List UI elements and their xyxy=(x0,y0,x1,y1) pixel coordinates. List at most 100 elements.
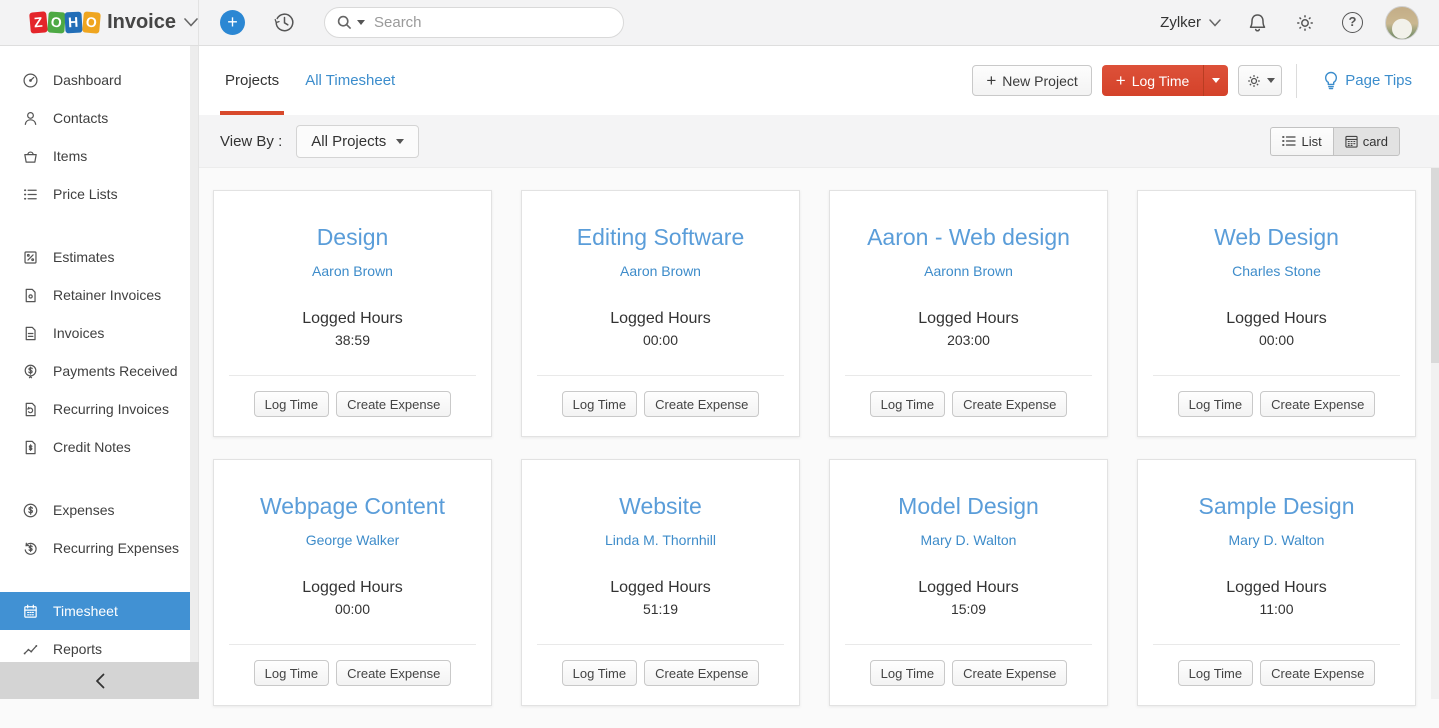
log-time-card-button[interactable]: Log Time xyxy=(870,391,945,417)
payments-received-icon xyxy=(22,363,39,380)
user-avatar[interactable] xyxy=(1385,6,1419,40)
lightbulb-icon xyxy=(1323,71,1339,90)
project-title-link[interactable]: Editing Software xyxy=(522,224,799,251)
card-actions: Log Time Create Expense xyxy=(214,391,491,417)
sidebar-collapse-button[interactable] xyxy=(0,662,199,699)
create-expense-card-button[interactable]: Create Expense xyxy=(1260,391,1375,417)
timesheet-icon xyxy=(22,603,39,620)
sidebar-item-credit-notes[interactable]: Credit Notes xyxy=(0,428,198,466)
logged-hours-value: 00:00 xyxy=(1138,332,1415,348)
tab-label: Projects xyxy=(225,72,279,89)
create-expense-card-button[interactable]: Create Expense xyxy=(644,391,759,417)
page-tips-button[interactable]: Page Tips xyxy=(1311,70,1418,91)
sidebar-item-price-lists[interactable]: Price Lists xyxy=(0,175,198,213)
project-owner-link[interactable]: Aaron Brown xyxy=(522,263,799,279)
search-scope-caret-icon[interactable] xyxy=(357,20,365,25)
scrollbar-thumb[interactable] xyxy=(1431,168,1439,363)
card-view-label: card xyxy=(1363,134,1388,149)
sidebar-item-items[interactable]: Items xyxy=(0,137,198,175)
page-tips-label: Page Tips xyxy=(1345,72,1412,89)
logo-tile-z: Z xyxy=(29,11,47,33)
sidebar-item-invoices[interactable]: Invoices xyxy=(0,314,198,352)
sidebar-item-contacts[interactable]: Contacts xyxy=(0,99,198,137)
card-actions: Log Time Create Expense xyxy=(830,391,1107,417)
sidebar-item-recurring-invoices[interactable]: Recurring Invoices xyxy=(0,390,198,428)
sidebar-item-label: Invoices xyxy=(53,325,104,341)
project-title-link[interactable]: Web Design xyxy=(1138,224,1415,251)
view-by-dropdown[interactable]: All Projects xyxy=(296,125,419,158)
bell-icon xyxy=(1247,12,1268,34)
log-time-card-button[interactable]: Log Time xyxy=(1178,391,1253,417)
log-time-dropdown-button[interactable] xyxy=(1203,65,1228,96)
create-expense-card-button[interactable]: Create Expense xyxy=(336,391,451,417)
card-actions: Log Time Create Expense xyxy=(214,660,491,686)
sidebar-item-timesheet[interactable]: Timesheet xyxy=(0,592,198,630)
create-expense-card-button[interactable]: Create Expense xyxy=(952,391,1067,417)
log-time-label: Log Time xyxy=(1132,73,1190,89)
project-owner-link[interactable]: Mary D. Walton xyxy=(1138,532,1415,548)
topbar: Z O H O Invoice + xyxy=(0,0,1439,46)
sidebar-item-payments-received[interactable]: Payments Received xyxy=(0,352,198,390)
view-by-label: View By : xyxy=(220,133,282,150)
logo-tile-o2: O xyxy=(82,11,100,33)
project-title-link[interactable]: Website xyxy=(522,493,799,520)
price-lists-icon xyxy=(22,186,39,203)
card-view-button[interactable]: card xyxy=(1333,127,1400,156)
project-title-link[interactable]: Aaron - Web design xyxy=(830,224,1107,251)
project-owner-link[interactable]: George Walker xyxy=(214,532,491,548)
log-time-card-button[interactable]: Log Time xyxy=(870,660,945,686)
sidebar-item-recurring-expenses[interactable]: Recurring Expenses xyxy=(0,529,198,567)
sidebar-item-retainer-invoices[interactable]: Retainer Invoices xyxy=(0,276,198,314)
log-time-button[interactable]: + Log Time xyxy=(1102,65,1204,96)
new-project-button[interactable]: + New Project xyxy=(972,65,1091,96)
settings-button[interactable] xyxy=(1294,12,1316,34)
project-card: Aaron - Web design Aaronn Brown Logged H… xyxy=(829,190,1108,437)
page-scrollbar[interactable] xyxy=(1431,168,1439,699)
recent-history-button[interactable] xyxy=(273,11,296,34)
tab-label: All Timesheet xyxy=(305,72,395,89)
logo-tile-h: H xyxy=(64,12,82,34)
tab-projects[interactable]: Projects xyxy=(220,46,284,115)
notifications-button[interactable] xyxy=(1247,12,1268,34)
log-time-card-button[interactable]: Log Time xyxy=(254,391,329,417)
log-time-card-button[interactable]: Log Time xyxy=(254,660,329,686)
project-title-link[interactable]: Model Design xyxy=(830,493,1107,520)
chevron-down-icon xyxy=(1209,19,1221,27)
project-title-link[interactable]: Webpage Content xyxy=(214,493,491,520)
logged-hours-value: 00:00 xyxy=(214,601,491,617)
create-expense-card-button[interactable]: Create Expense xyxy=(1260,660,1375,686)
logged-hours-value: 203:00 xyxy=(830,332,1107,348)
quick-create-button[interactable]: + xyxy=(220,10,245,35)
project-owner-link[interactable]: Charles Stone xyxy=(1138,263,1415,279)
project-title-link[interactable]: Sample Design xyxy=(1138,493,1415,520)
log-time-card-button[interactable]: Log Time xyxy=(1178,660,1253,686)
caret-down-icon xyxy=(1267,78,1275,83)
global-search[interactable] xyxy=(324,7,624,38)
items-icon xyxy=(22,148,39,165)
create-expense-card-button[interactable]: Create Expense xyxy=(336,660,451,686)
project-owner-link[interactable]: Aaron Brown xyxy=(214,263,491,279)
logged-hours-label: Logged Hours xyxy=(214,310,491,328)
project-owner-link[interactable]: Mary D. Walton xyxy=(830,532,1107,548)
org-switcher[interactable]: Zylker xyxy=(1160,14,1221,31)
sidebar-item-dashboard[interactable]: Dashboard xyxy=(0,61,198,99)
sidebar-item-estimates[interactable]: Estimates xyxy=(0,238,198,276)
project-owner-link[interactable]: Linda M. Thornhill xyxy=(522,532,799,548)
create-expense-card-button[interactable]: Create Expense xyxy=(952,660,1067,686)
list-view-button[interactable]: List xyxy=(1270,127,1332,156)
tab-all-timesheet[interactable]: All Timesheet xyxy=(300,46,400,115)
app-logo[interactable]: Z O H O Invoice xyxy=(0,0,199,45)
sidebar-item-expenses[interactable]: Expenses xyxy=(0,491,198,529)
plus-icon: + xyxy=(1116,71,1126,91)
log-time-card-button[interactable]: Log Time xyxy=(562,660,637,686)
project-owner-link[interactable]: Aaronn Brown xyxy=(830,263,1107,279)
log-time-card-button[interactable]: Log Time xyxy=(562,391,637,417)
divider xyxy=(537,375,784,376)
logged-hours-value: 11:00 xyxy=(1138,601,1415,617)
help-button[interactable]: ? xyxy=(1342,12,1363,33)
search-input[interactable] xyxy=(372,13,611,32)
project-title-link[interactable]: Design xyxy=(214,224,491,251)
page-settings-button[interactable] xyxy=(1238,65,1282,96)
create-expense-card-button[interactable]: Create Expense xyxy=(644,660,759,686)
sidebar-scrollbar[interactable] xyxy=(190,46,198,662)
